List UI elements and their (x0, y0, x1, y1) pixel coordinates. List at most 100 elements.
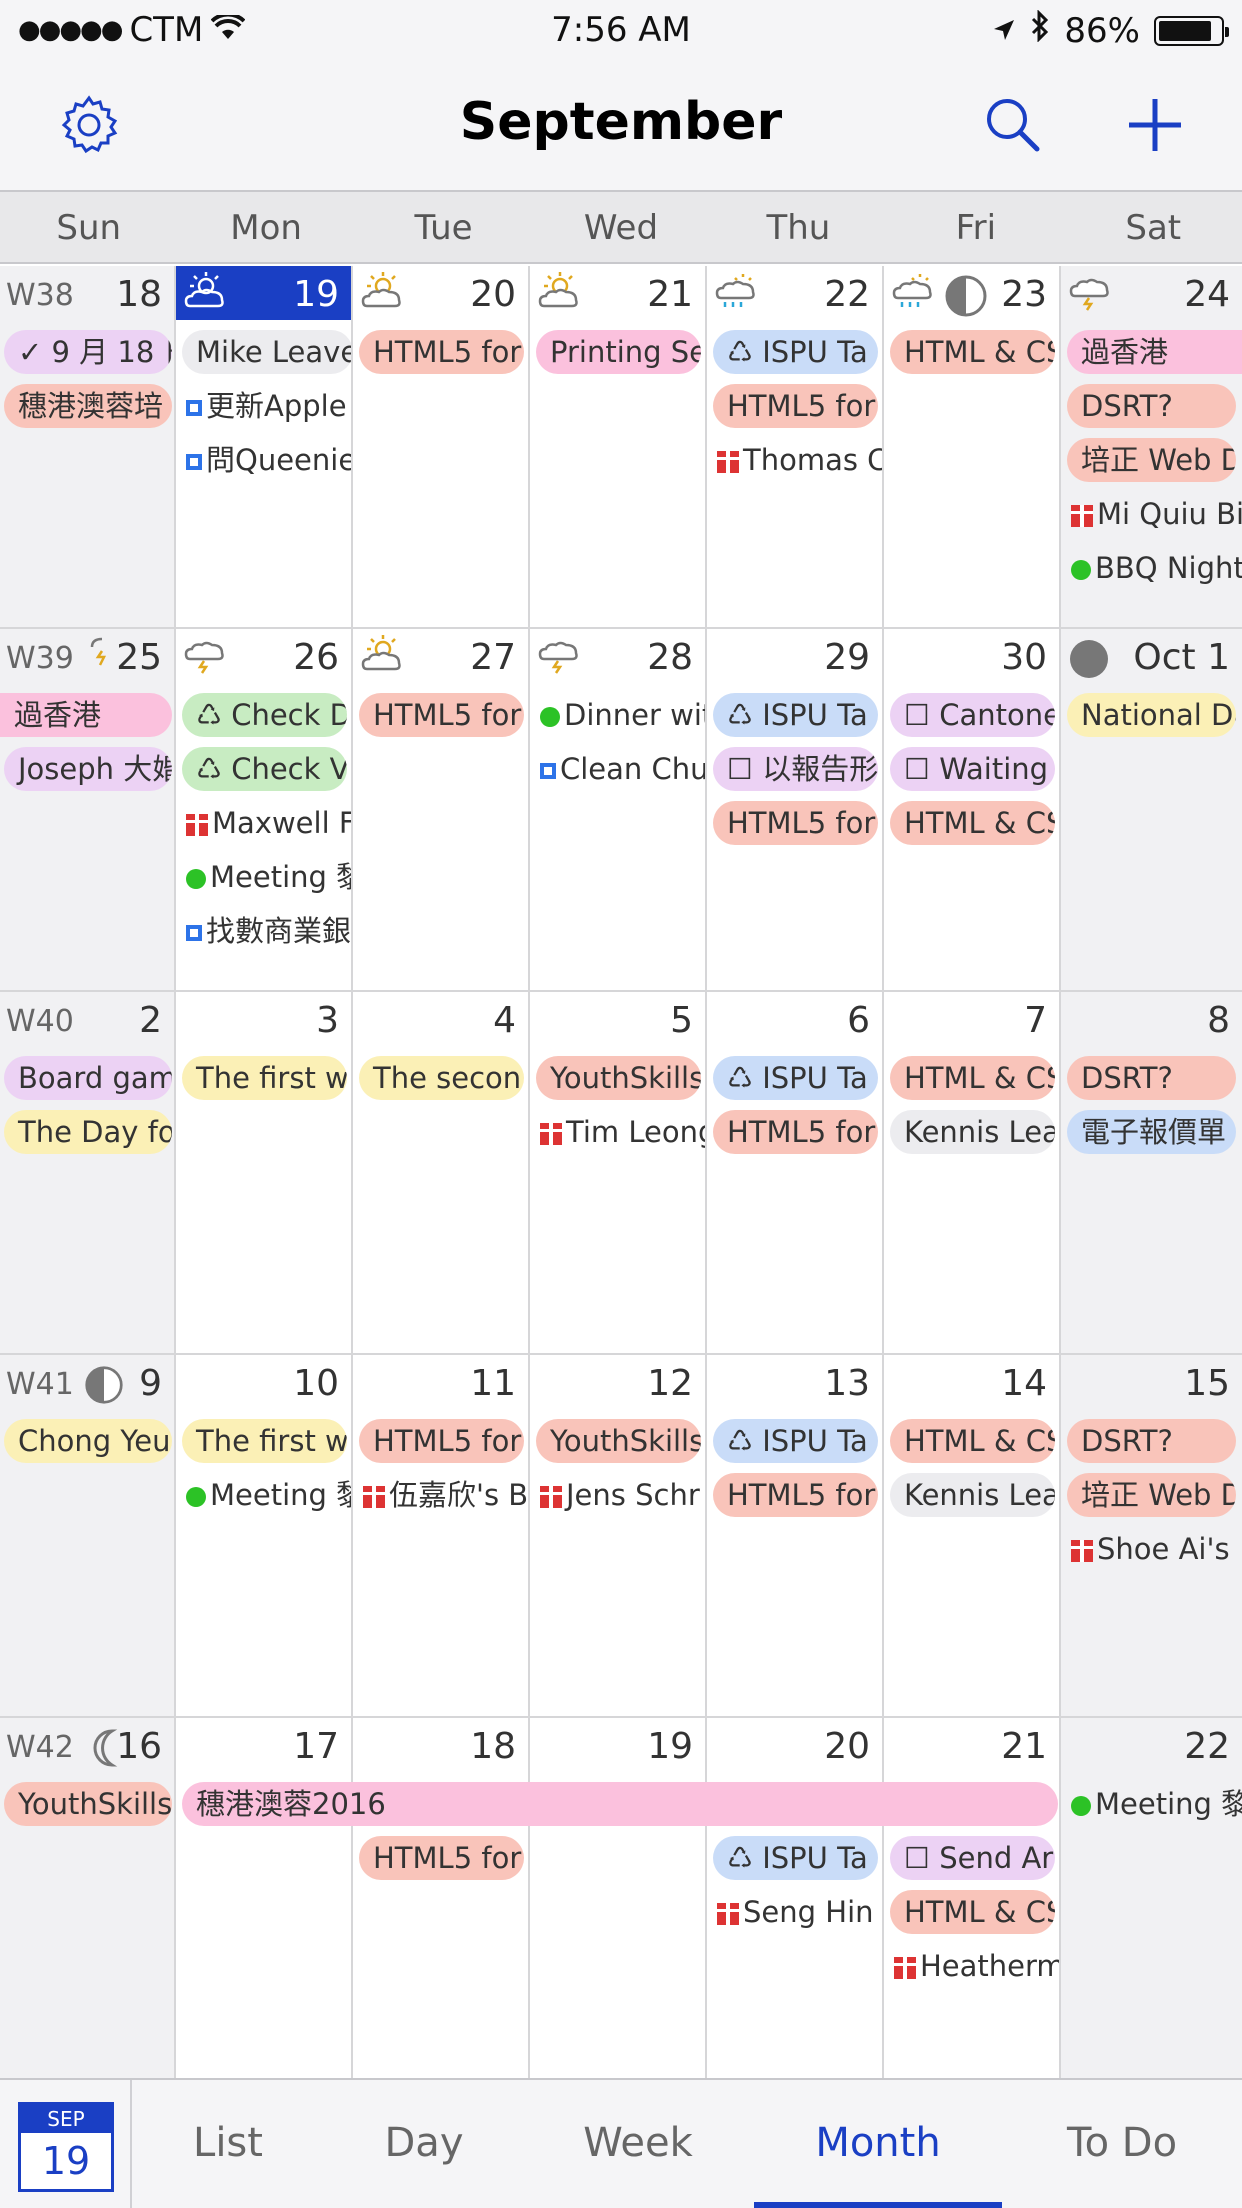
day-cell[interactable]: 5 YouthSkills Tim Leong (530, 992, 707, 1353)
event[interactable]: HTML5 for (713, 1473, 878, 1517)
event[interactable]: Mi Quiu Bi (1067, 492, 1242, 536)
event[interactable]: Printing Se (536, 330, 701, 374)
day-cell[interactable]: 3 The first w (176, 992, 353, 1353)
day-cell[interactable]: 22 ♺ ISPU Ta HTML5 for Thomas C (707, 266, 884, 627)
event[interactable]: HTML5 for (359, 330, 524, 374)
event[interactable]: Board gam (4, 1056, 172, 1100)
day-cell[interactable]: 27 HTML5 for (353, 629, 530, 990)
day-cell[interactable]: 11 HTML5 for 伍嘉欣's B (353, 1355, 530, 1716)
day-cell[interactable]: W39 25 過香港 Joseph 大婚 (0, 629, 176, 990)
event[interactable]: Kennis Lea (890, 1473, 1055, 1517)
day-cell[interactable]: 14 HTML & CS Kennis Lea (884, 1355, 1061, 1716)
today-date-button[interactable]: SEP 19 (18, 2102, 114, 2192)
event[interactable]: 電子報價單 (1067, 1110, 1236, 1154)
day-cell[interactable]: W41 9 Chong Yeu (0, 1355, 176, 1716)
event[interactable]: HTML & CS (890, 1056, 1055, 1100)
event[interactable]: YouthSkills (536, 1419, 701, 1463)
tab-month[interactable]: Month (754, 2080, 1002, 2208)
day-cell[interactable]: 29 ♺ ISPU Ta ☐ 以報告形 HTML5 for (707, 629, 884, 990)
event[interactable]: YouthSkills (536, 1056, 701, 1100)
day-cell[interactable]: 17 (176, 1718, 353, 2079)
event[interactable]: ✓ 9 月 18 日 (4, 330, 172, 374)
event[interactable]: Heatherm (890, 1944, 1059, 1988)
day-cell[interactable]: 18 HTML5 for (353, 1718, 530, 2079)
day-cell[interactable]: W38 18 ✓ 9 月 18 日 穗港澳蓉培 (0, 266, 176, 627)
tab-week[interactable]: Week (556, 2080, 720, 2208)
event[interactable]: Shoe Ai's (1067, 1527, 1242, 1571)
add-plus-icon[interactable] (1120, 90, 1190, 160)
event[interactable]: YouthSkills (4, 1782, 172, 1826)
search-icon[interactable] (978, 90, 1048, 160)
event[interactable]: HTML5 for (713, 1110, 878, 1154)
day-cell[interactable]: 4 The secon (353, 992, 530, 1353)
day-cell[interactable]: 13 ♺ ISPU Ta HTML5 for (707, 1355, 884, 1716)
event[interactable]: Dinner wit (536, 693, 705, 737)
event[interactable]: ♺ ISPU Ta (713, 1056, 878, 1100)
event[interactable]: Jens Schr (536, 1473, 705, 1517)
event[interactable]: 過香港 (0, 693, 172, 737)
day-cell[interactable]: 19 (530, 1718, 707, 2079)
day-cell[interactable]: 30 ☐ Cantone ☐ Waiting HTML & CS (884, 629, 1061, 990)
event[interactable]: Tim Leong (536, 1110, 705, 1154)
day-cell[interactable]: 20 ♺ ISPU Ta Seng Hin (707, 1718, 884, 2079)
multi-day-event[interactable]: 穗港澳蓉2016 (182, 1782, 1058, 1826)
tab-list[interactable]: List (150, 2080, 306, 2208)
event[interactable]: ♺ ISPU Ta (713, 1419, 878, 1463)
day-cell[interactable]: 8 DSRT? 電子報價單 (1061, 992, 1242, 1353)
event[interactable]: ☐ 以報告形 (713, 747, 878, 791)
event[interactable]: Maxwell F (182, 801, 351, 845)
event[interactable]: Meeting 黎 (1067, 1782, 1242, 1826)
event[interactable]: HTML5 for (359, 1419, 524, 1463)
event[interactable]: ☐ Waiting (890, 747, 1055, 791)
event[interactable]: 培正 Web D (1067, 438, 1236, 482)
event[interactable]: Thomas C (713, 438, 882, 482)
day-cell[interactable]: 6 ♺ ISPU Ta HTML5 for (707, 992, 884, 1353)
event[interactable]: HTML5 for (359, 693, 524, 737)
event[interactable]: Kennis Lea (890, 1110, 1055, 1154)
event[interactable]: HTML & CS (890, 801, 1055, 845)
event[interactable]: 問Queenie (182, 438, 351, 482)
event[interactable]: ♺ Check V (182, 747, 347, 791)
event[interactable]: National Da (1067, 693, 1236, 737)
day-cell[interactable]: 20 HTML5 for (353, 266, 530, 627)
day-cell[interactable]: 7 HTML & CS Kennis Lea (884, 992, 1061, 1353)
event[interactable]: ☐ Send Ar (890, 1836, 1055, 1880)
tab-todo[interactable]: To Do (1040, 2080, 1204, 2208)
event[interactable]: Joseph 大婚 (4, 747, 172, 791)
event[interactable]: ♺ ISPU Ta (713, 1836, 878, 1880)
event[interactable]: Chong Yeu (4, 1419, 172, 1463)
day-cell[interactable]: 21 Printing Se (530, 266, 707, 627)
event[interactable]: 穗港澳蓉培 (4, 384, 172, 428)
event[interactable]: Meeting 黎 (182, 855, 351, 899)
event[interactable]: HTML5 for (713, 801, 878, 845)
event[interactable]: ☐ Cantone (890, 693, 1055, 737)
event[interactable]: HTML & CS (890, 330, 1055, 374)
event[interactable]: ♺ ISPU Ta (713, 330, 878, 374)
event[interactable]: ♺ ISPU Ta (713, 693, 878, 737)
day-cell[interactable]: W42 16 YouthSkills (0, 1718, 176, 2079)
event[interactable]: The secon (359, 1056, 524, 1100)
event[interactable]: Clean Chu (536, 747, 705, 791)
day-cell-today[interactable]: 19 Mike Leave 更新Apple 問Queenie (176, 266, 353, 627)
event[interactable]: HTML & CS (890, 1419, 1055, 1463)
event[interactable]: ♺ Check D (182, 693, 347, 737)
event[interactable]: DSRT? (1067, 1056, 1236, 1100)
event[interactable]: BBQ Night (1067, 546, 1242, 590)
day-cell[interactable]: 12 YouthSkills Jens Schr (530, 1355, 707, 1716)
day-cell[interactable]: 10 The first w Meeting 黎 (176, 1355, 353, 1716)
event[interactable]: DSRT? (1067, 384, 1236, 428)
event[interactable]: 過香港 (1067, 330, 1242, 374)
event[interactable]: 找數商業銀 (182, 909, 351, 953)
event[interactable]: Meeting 黎 (182, 1473, 351, 1517)
event[interactable]: The Day fo (4, 1110, 172, 1154)
day-cell[interactable]: 22 Meeting 黎 (1061, 1718, 1242, 2079)
event[interactable]: 培正 Web D (1067, 1473, 1236, 1517)
event[interactable]: HTML5 for (359, 1836, 524, 1880)
day-cell[interactable]: 26 ♺ Check D ♺ Check V Maxwell F Meeting… (176, 629, 353, 990)
event[interactable]: HTML & CS (890, 1890, 1055, 1934)
event[interactable]: The first w (182, 1056, 347, 1100)
day-cell[interactable]: Oct 1 National Da (1061, 629, 1242, 990)
event[interactable]: DSRT? (1067, 1419, 1236, 1463)
day-cell[interactable]: 15 DSRT? 培正 Web D Shoe Ai's (1061, 1355, 1242, 1716)
tab-day[interactable]: Day (346, 2080, 502, 2208)
